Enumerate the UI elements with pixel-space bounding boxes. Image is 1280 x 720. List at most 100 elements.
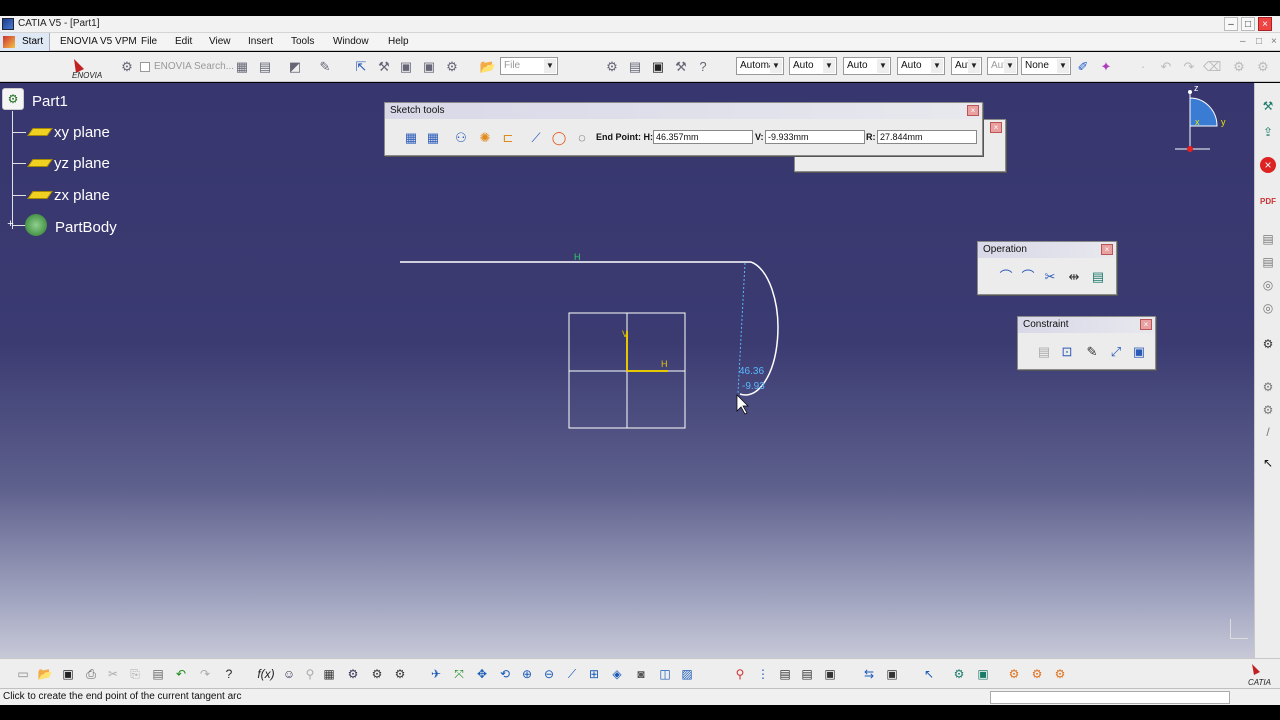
select-icon[interactable]: ↖	[1259, 454, 1277, 472]
camera-icon[interactable]: ▣	[883, 665, 901, 683]
catalog-icon[interactable]: ⚙	[391, 665, 409, 683]
menu-enovia[interactable]: ENOVIA V5 VPM	[60, 36, 137, 47]
animate-constraint-icon[interactable]: ▣	[1129, 342, 1149, 362]
cut-icon[interactable]: ✂	[104, 665, 122, 683]
close-icon[interactable]: ×	[1140, 319, 1152, 330]
tool-c-icon[interactable]: ▣	[420, 58, 438, 76]
close-icon[interactable]: ×	[967, 105, 979, 116]
operation-title[interactable]: Operation	[978, 242, 1116, 258]
end-point-h-input[interactable]: 46.357mm	[653, 130, 753, 144]
snap-to-point-icon[interactable]: ▦	[423, 128, 443, 148]
undo-disabled-icon[interactable]: ↶	[1157, 58, 1175, 76]
line-type-combo[interactable]: Auto ▼	[843, 57, 891, 75]
folder-open-icon[interactable]: 📂	[479, 58, 497, 76]
multi-view-icon[interactable]: ⊞	[585, 665, 603, 683]
measure-b-icon[interactable]: ▣	[974, 665, 992, 683]
tool-d-icon[interactable]: ⚙	[443, 58, 461, 76]
constraint-toolbar[interactable]: Constraint × ▤ ⊡ ✎ ⤢ ▣	[1017, 316, 1156, 370]
trim-icon[interactable]: ✂	[1040, 267, 1060, 287]
list-icon[interactable]: ⋮	[754, 665, 772, 683]
exit-workbench-icon[interactable]: ⚒	[1259, 97, 1277, 115]
pdf-icon[interactable]: PDF	[1259, 193, 1277, 211]
pan-icon[interactable]: ✥	[473, 665, 491, 683]
law-icon[interactable]: ⚙	[368, 665, 386, 683]
formula-icon[interactable]: f(x)	[257, 665, 275, 683]
design-table-icon[interactable]: ⚙	[344, 665, 362, 683]
profile-icon[interactable]: ▤	[1259, 230, 1277, 248]
operation-toolbar[interactable]: Operation × ⌒ ⌒ ✂ ⇹ ▤	[977, 241, 1117, 295]
power-input-field[interactable]	[990, 691, 1230, 704]
close-button[interactable]: ×	[1258, 17, 1272, 31]
menu-window[interactable]: Window	[333, 36, 369, 47]
pen-icon[interactable]: ✎	[316, 58, 334, 76]
line-mode-icon[interactable]: ⟋	[526, 128, 546, 148]
cut-part-icon[interactable]: ⇆	[860, 665, 878, 683]
new-icon[interactable]: ▭	[14, 665, 32, 683]
close-icon[interactable]: ×	[1101, 244, 1113, 255]
pointer-icon[interactable]: ↖	[920, 665, 938, 683]
compass-top[interactable]	[1188, 90, 1192, 94]
sketch-icon[interactable]: ⇪	[1259, 123, 1277, 141]
knowledge-icon[interactable]: ☺	[280, 665, 298, 683]
eraser-icon[interactable]: ⌫	[1203, 58, 1221, 76]
undo-icon[interactable]: ↶	[172, 665, 190, 683]
doc-minimize-button[interactable]: –	[1240, 36, 1246, 47]
orange-tool-c-icon[interactable]: ⚙	[1051, 665, 1069, 683]
whats-this-icon[interactable]: ?	[220, 665, 238, 683]
swap-space-icon[interactable]: ▨	[678, 665, 696, 683]
end-point-v-input[interactable]: -9.933mm	[765, 130, 865, 144]
thickness-combo[interactable]: Auto ▼	[789, 57, 837, 75]
table-icon[interactable]: ▦	[320, 665, 338, 683]
cancel-icon[interactable]: ×	[1260, 157, 1276, 173]
sketch-tools-toolbar[interactable]: Sketch tools × ▦ ▦ ⚇ ✺ ⊏ ⟋ ◯ ◌ End Point…	[384, 102, 983, 156]
layer-combo[interactable]: Aut ▼	[951, 57, 982, 75]
corner-icon[interactable]: ⌒	[996, 267, 1016, 287]
spline-icon[interactable]: ◎	[1259, 299, 1277, 317]
orange-tool-b-icon[interactable]: ⚙	[1028, 665, 1046, 683]
iso-view-icon[interactable]: ◈	[608, 665, 626, 683]
enovia-search-checkbox[interactable]	[140, 62, 150, 72]
three-point-arc-icon[interactable]: ◌	[572, 128, 592, 148]
minimize-button[interactable]: –	[1224, 17, 1238, 31]
doc-close-button[interactable]: ×	[1271, 36, 1277, 47]
contact-constraint-icon[interactable]: ✎	[1082, 342, 1102, 362]
tool-b-icon[interactable]: ▣	[397, 58, 415, 76]
props-d-icon[interactable]: ▤	[776, 665, 794, 683]
wand-icon[interactable]: ✦	[1097, 58, 1115, 76]
predefined-profile-icon[interactable]: ▤	[1259, 253, 1277, 271]
menu-help[interactable]: Help	[388, 36, 409, 47]
axis-icon[interactable]: ⚙	[1259, 401, 1277, 419]
file-combo[interactable]: File ▼	[500, 57, 558, 75]
doc-restore-button[interactable]: □	[1256, 36, 1262, 47]
constraint-title[interactable]: Constraint	[1018, 317, 1155, 333]
enovia-connect-icon[interactable]: ⚙	[118, 58, 136, 76]
props-f-icon[interactable]: ▣	[821, 665, 839, 683]
construction-icon[interactable]: ⚇	[451, 128, 471, 148]
enovia-search-label[interactable]: ENOVIA Search...	[154, 61, 234, 72]
orange-tool-icon[interactable]: ⚙	[1005, 665, 1023, 683]
filter-combo[interactable]: None ▼	[1021, 57, 1071, 75]
copy-icon[interactable]: ⎘	[126, 665, 144, 683]
point-icon[interactable]: /	[1259, 423, 1277, 441]
close-icon[interactable]: ×	[990, 122, 1002, 133]
layer-b-combo[interactable]: Aut ▼	[987, 57, 1018, 75]
open-icon[interactable]: 📂	[36, 665, 54, 683]
properties-icon[interactable]: ⚙	[603, 58, 621, 76]
dimensional-constraints-icon[interactable]: ⊏	[498, 128, 518, 148]
props-e-icon[interactable]: ▤	[798, 665, 816, 683]
hide-show-icon[interactable]: ◫	[656, 665, 674, 683]
menu-tools[interactable]: Tools	[291, 36, 314, 47]
paste-icon[interactable]: ▤	[149, 665, 167, 683]
constraint-dialog-icon[interactable]: ▤	[1034, 342, 1054, 362]
dot-icon[interactable]: ·	[1134, 58, 1152, 76]
render-style-icon[interactable]: ◙	[632, 665, 650, 683]
3d-viewport[interactable]: ⚙ Part1 xy plane yz plane zx plane + Par…	[0, 83, 1254, 658]
save-disabled-icon[interactable]: ▤	[256, 58, 274, 76]
rotate-icon[interactable]: ⟲	[496, 665, 514, 683]
sketch-analysis-icon[interactable]: ⚲	[731, 665, 749, 683]
measure-icon[interactable]: ⚙	[950, 665, 968, 683]
menu-edit[interactable]: Edit	[175, 36, 192, 47]
menu-insert[interactable]: Insert	[248, 36, 273, 47]
fit-all-icon[interactable]: ⤧	[450, 665, 468, 683]
tool-f-icon[interactable]: ⚙	[1254, 58, 1272, 76]
